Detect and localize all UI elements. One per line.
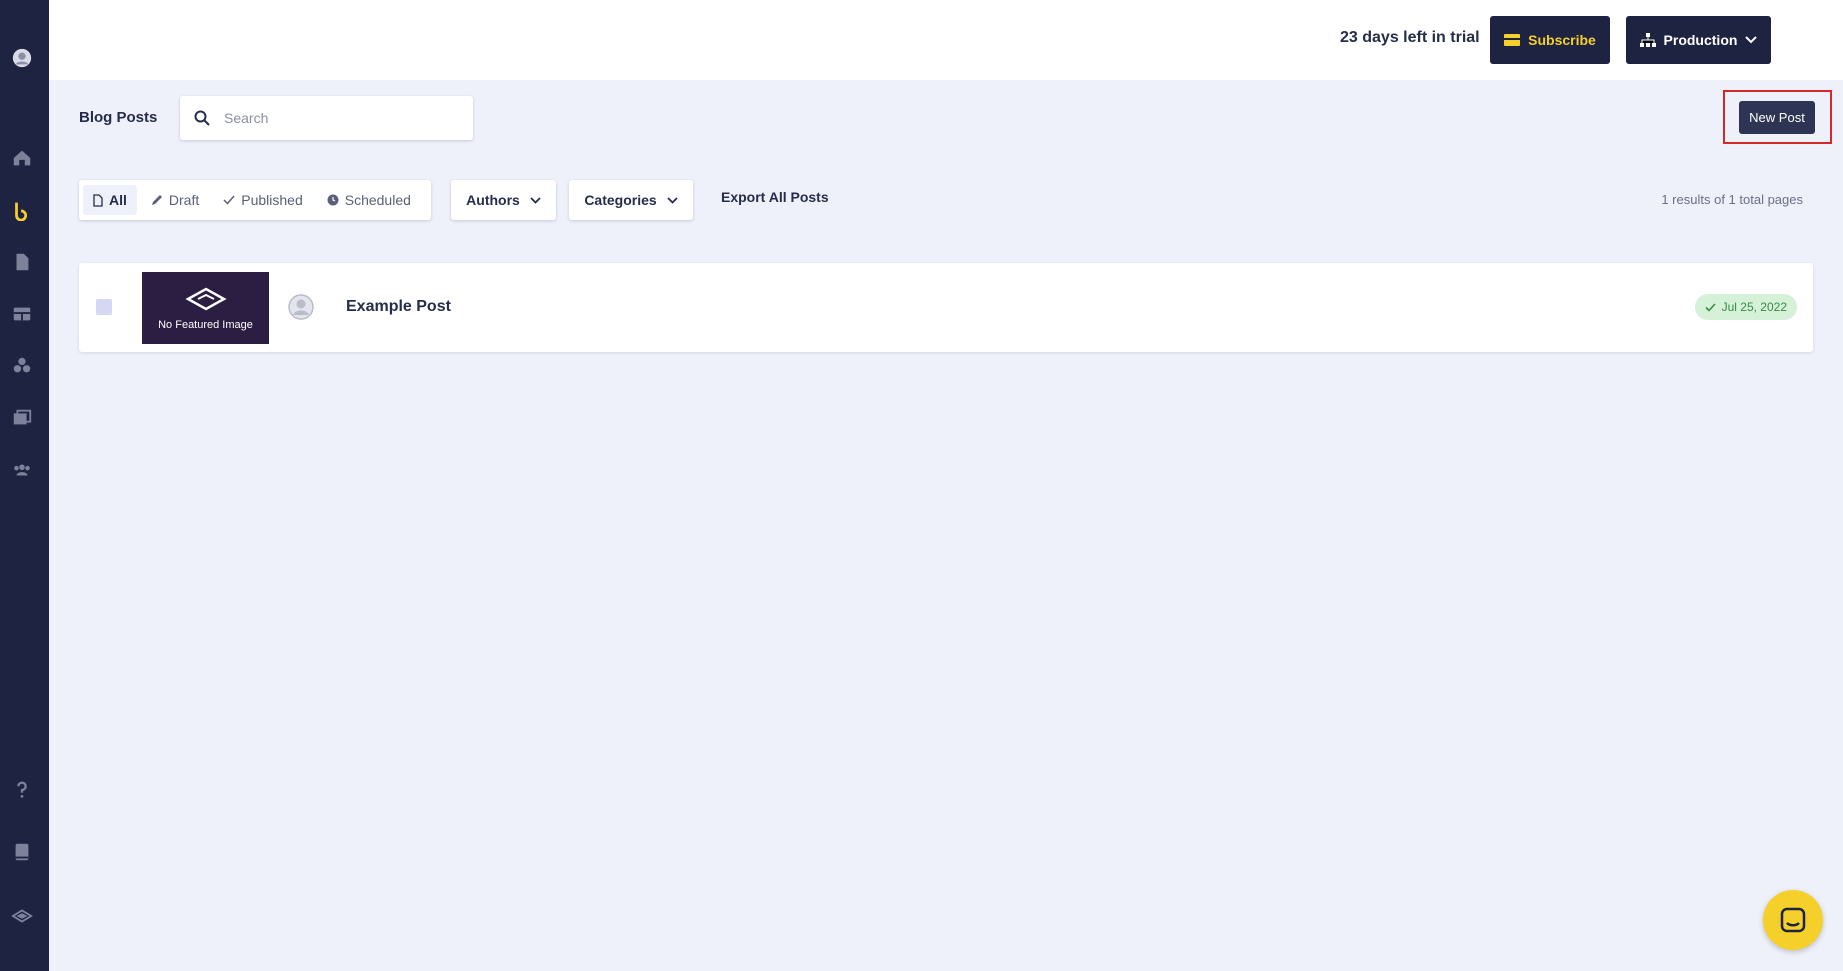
status-badge: Jul 25, 2022	[1694, 294, 1797, 320]
chevron-down-icon	[1745, 36, 1758, 44]
credit-card-icon	[1504, 34, 1521, 46]
export-all-posts-link[interactable]: Export All Posts	[721, 189, 829, 205]
author-avatar-icon	[288, 294, 314, 320]
tab-published-label: Published	[241, 192, 303, 208]
page-title: Blog Posts	[79, 109, 158, 126]
check-icon	[1705, 302, 1716, 312]
tab-all-label: All	[109, 192, 127, 208]
chat-icon	[1780, 907, 1806, 933]
sidebar	[0, 0, 49, 971]
chevron-down-icon	[530, 196, 541, 204]
categories-dropdown[interactable]: Categories	[569, 180, 693, 220]
layers-icon[interactable]	[10, 904, 34, 928]
search-input[interactable]	[224, 110, 444, 126]
tab-published[interactable]: Published	[213, 185, 313, 215]
environment-selector[interactable]: Production	[1626, 16, 1771, 64]
pages-icon[interactable]	[10, 250, 34, 274]
subscribe-label: Subscribe	[1528, 32, 1596, 48]
post-date: Jul 25, 2022	[1721, 300, 1787, 314]
docs-icon[interactable]	[10, 840, 34, 864]
tab-draft[interactable]: Draft	[141, 185, 209, 215]
file-icon	[93, 193, 103, 207]
table-icon[interactable]	[10, 302, 34, 326]
trial-status: 23 days left in trial	[1340, 29, 1480, 46]
new-post-button[interactable]: New Post	[1739, 101, 1815, 134]
check-icon	[223, 195, 235, 205]
tab-all[interactable]: All	[83, 185, 137, 215]
authors-label: Authors	[466, 192, 520, 208]
subscribe-button[interactable]: Subscribe	[1490, 16, 1610, 64]
blog-icon[interactable]	[10, 198, 34, 222]
team-icon[interactable]	[10, 458, 34, 482]
tab-scheduled[interactable]: Scheduled	[317, 185, 421, 215]
clock-icon	[327, 194, 339, 206]
categories-label: Categories	[584, 192, 657, 208]
tab-scheduled-label: Scheduled	[344, 192, 411, 208]
table-row[interactable]: No Featured Image Example Post Jul 25, 2…	[79, 263, 1813, 352]
post-title[interactable]: Example Post	[346, 298, 451, 316]
results-count: 1 results of 1 total pages	[1661, 192, 1803, 207]
search-box[interactable]	[180, 96, 473, 140]
home-icon[interactable]	[10, 146, 34, 170]
post-thumbnail: No Featured Image	[142, 272, 269, 344]
image-placeholder-icon	[184, 287, 227, 311]
user-avatar-icon[interactable]	[10, 46, 34, 70]
pencil-icon	[151, 195, 162, 205]
chat-widget-button[interactable]	[1763, 890, 1823, 950]
environment-label: Production	[1663, 32, 1738, 48]
row-checkbox[interactable]	[96, 299, 112, 315]
thumbnail-label: No Featured Image	[158, 319, 253, 331]
media-icon[interactable]	[10, 406, 34, 430]
chevron-down-icon	[667, 196, 678, 204]
help-icon[interactable]	[10, 778, 34, 802]
tab-draft-label: Draft	[168, 192, 200, 208]
components-icon[interactable]	[10, 354, 34, 378]
sitemap-icon	[1639, 33, 1656, 47]
status-filter-tabs: All Draft Published Scheduled	[79, 180, 431, 220]
authors-dropdown[interactable]: Authors	[451, 180, 556, 220]
search-icon	[194, 110, 210, 126]
